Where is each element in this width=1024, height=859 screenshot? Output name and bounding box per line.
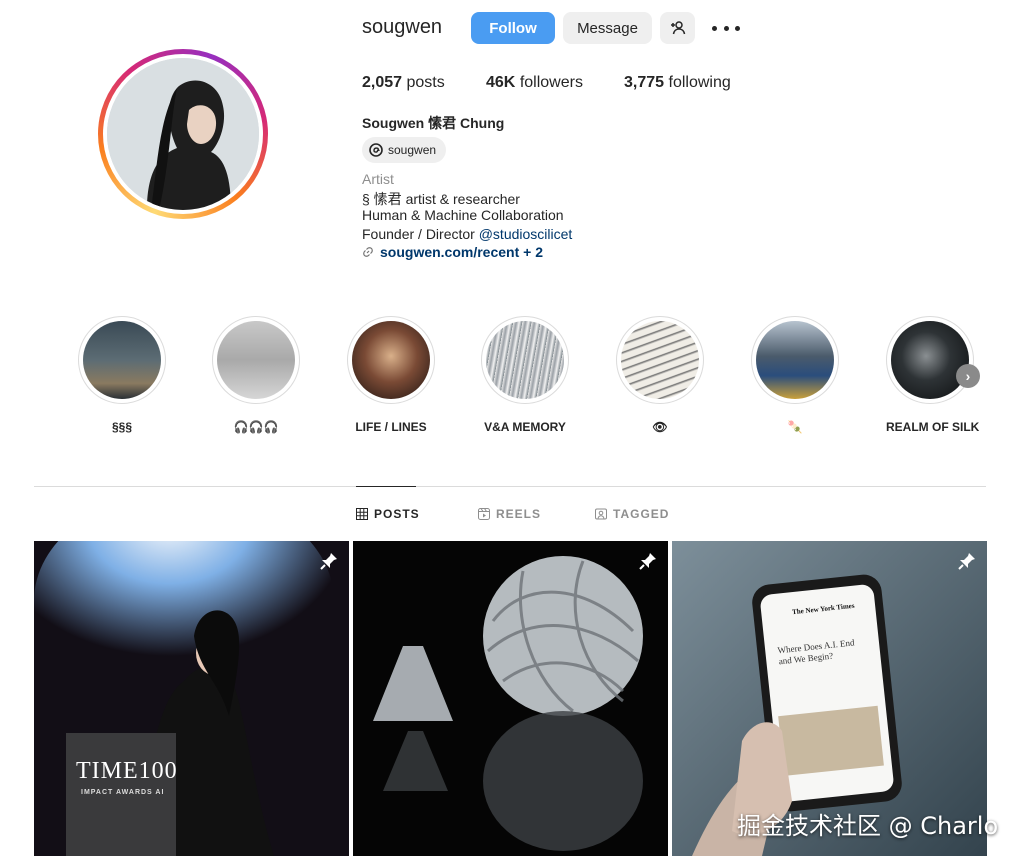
pinned-icon xyxy=(639,553,656,570)
highlight-item[interactable]: V&A MEMORY xyxy=(481,316,569,434)
tabs-divider xyxy=(34,486,986,487)
highlight-item[interactable]: LIFE / LINES xyxy=(347,316,435,434)
highlight-label: 👁 xyxy=(652,420,668,434)
bio-mention-link[interactable]: @studioscilicet xyxy=(479,226,573,242)
profile-category: Artist xyxy=(362,171,394,187)
post-image-glass-sculpture xyxy=(353,541,668,856)
tab-posts[interactable]: POSTS xyxy=(356,507,420,521)
highlight-label: §§§ xyxy=(111,420,133,434)
highlight-cover xyxy=(83,321,161,399)
following-stat[interactable]: 3,775 following xyxy=(624,74,731,92)
avatar-portrait-image xyxy=(107,58,259,210)
highlight-cover xyxy=(621,321,699,399)
highlight-cover xyxy=(352,321,430,399)
tab-posts-label: POSTS xyxy=(374,507,420,521)
pinned-icon xyxy=(958,553,975,570)
tab-reels[interactable]: REELS xyxy=(478,507,541,521)
post-thumbnail[interactable]: TIME100 IMPACT AWARDS AI xyxy=(34,541,349,856)
profile-avatar[interactable] xyxy=(98,49,268,219)
tab-tagged[interactable]: TAGGED xyxy=(595,507,669,521)
post-image-time100 xyxy=(34,541,349,856)
posts-count: 2,057 xyxy=(362,74,403,91)
bio-line-3: Founder / Director @studioscilicet xyxy=(362,226,572,242)
highlight-cover xyxy=(486,321,564,399)
following-count: 3,775 xyxy=(624,74,665,91)
highlight-item[interactable]: 🎧🎧🎧 xyxy=(212,316,300,434)
followers-count: 46K xyxy=(486,74,516,91)
link-icon xyxy=(363,247,373,257)
highlight-item[interactable]: 🍡 xyxy=(751,316,839,434)
profile-username: sougwen xyxy=(362,16,443,38)
active-tab-indicator xyxy=(356,486,416,487)
post-overlay-subtitle: IMPACT AWARDS AI xyxy=(81,789,165,796)
threads-handle: sougwen xyxy=(388,143,437,157)
post-overlay-title: TIME100 xyxy=(76,758,178,784)
followers-stat[interactable]: 46K followers xyxy=(486,74,583,92)
profile-full-name: Sougwen 愫君 Chung xyxy=(362,115,505,131)
link-text: sougwen.com/recent + 2 xyxy=(380,244,543,260)
grid-icon xyxy=(356,508,368,520)
suggest-user-button[interactable] xyxy=(660,12,695,44)
threads-badge[interactable]: sougwen xyxy=(362,137,447,163)
highlight-label: REALM OF SILK xyxy=(886,420,980,434)
profile-external-link[interactable]: sougwen.com/recent + 2 xyxy=(362,244,543,260)
tab-tagged-label: TAGGED xyxy=(613,507,670,521)
followers-label: followers xyxy=(519,74,583,91)
reels-icon xyxy=(478,508,490,520)
threads-icon xyxy=(369,143,383,157)
highlight-cover xyxy=(891,321,969,399)
bio-line-3-text: Founder / Director xyxy=(362,226,479,242)
highlight-label: 🍡 xyxy=(787,420,803,434)
highlight-label: V&A MEMORY xyxy=(484,420,566,434)
highlight-label: LIFE / LINES xyxy=(355,420,427,434)
highlight-cover xyxy=(217,321,295,399)
message-button[interactable]: Message xyxy=(563,12,652,44)
add-user-icon xyxy=(670,21,685,35)
highlight-cover xyxy=(756,321,834,399)
bio-line-2: Human & Machine Collaboration xyxy=(362,207,564,223)
tagged-icon xyxy=(595,508,607,520)
posts-label: posts xyxy=(406,74,445,91)
follow-button[interactable]: Follow xyxy=(471,12,555,44)
pinned-icon xyxy=(320,553,337,570)
highlights-next-arrow-icon[interactable]: › xyxy=(956,364,980,388)
tab-reels-label: REELS xyxy=(496,507,542,521)
highlight-item[interactable]: §§§ xyxy=(78,316,166,434)
highlight-label: 🎧🎧🎧 xyxy=(233,420,279,434)
watermark-text: 掘金技术社区 @ Charlo xyxy=(737,812,999,840)
more-options-icon[interactable] xyxy=(712,16,740,40)
avatar-border xyxy=(103,54,263,214)
following-label: following xyxy=(668,74,731,91)
avatar-photo xyxy=(107,58,259,210)
posts-stat: 2,057 posts xyxy=(362,74,445,92)
highlight-item[interactable]: 👁 xyxy=(616,316,704,434)
bio-line-1: § 愫君 artist & researcher xyxy=(362,191,520,207)
post-thumbnail[interactable] xyxy=(353,541,668,856)
